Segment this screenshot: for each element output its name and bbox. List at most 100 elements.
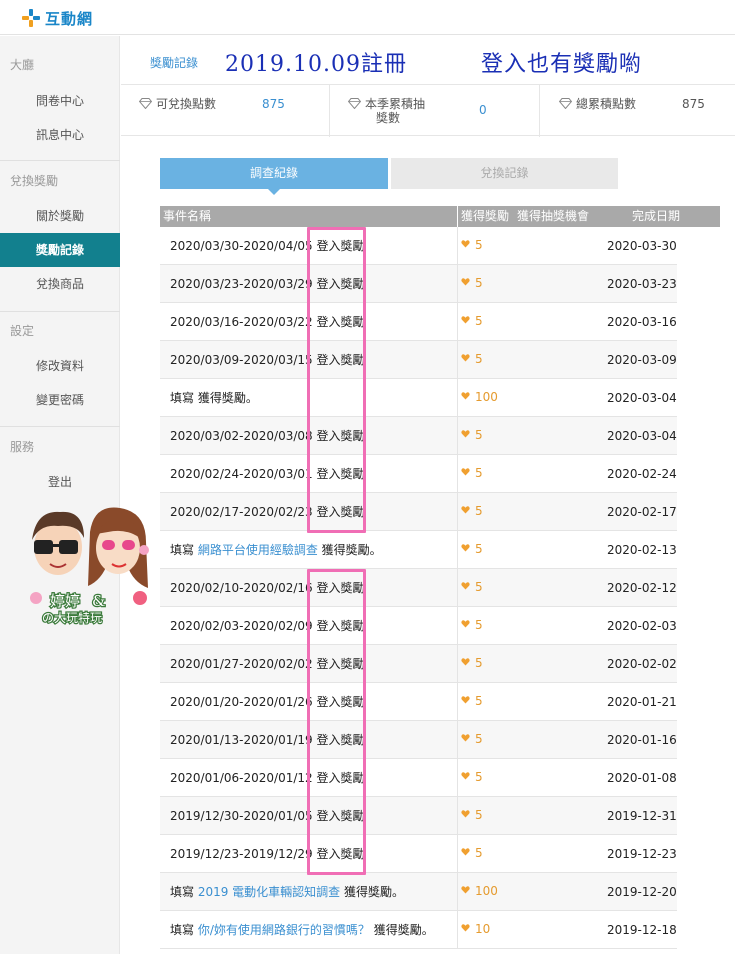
survey-link[interactable]: 2019 電動化車輛認知調查 <box>198 885 340 899</box>
table-row: 填寫 2019 電動化車輛認知調查 獲得獎勵。 100 2019-12-20 <box>160 873 677 911</box>
sidebar-section-rewards: 兌換獎勵 <box>10 174 59 188</box>
reward-points: 5 <box>475 846 483 860</box>
cell-complete-date: 2020-02-17 <box>607 505 677 519</box>
table-row: 2020/03/02-2020/03/08 登入獎勵 5 2020-03-04 <box>160 417 677 455</box>
row-event-name: 2020/02/10-2020/02/16 登入獎勵 <box>170 581 365 595</box>
cell-reward: 5 <box>461 341 483 377</box>
cell-reward: 100 <box>461 873 498 909</box>
table-row: 2020/03/16-2020/03/22 登入獎勵 5 2020-03-16 <box>160 303 677 341</box>
reward-points: 5 <box>475 808 483 822</box>
cell-event-name: 2020/02/03-2020/02/09 登入獎勵 <box>170 607 364 645</box>
cell-reward: 5 <box>461 493 483 529</box>
reward-points: 5 <box>475 618 483 632</box>
records-table: 2020/03/30-2020/04/05 登入獎勵 5 2020-03-30 202… <box>160 227 677 949</box>
reward-points: 5 <box>475 542 483 556</box>
stat-label-text-line2: 獎數 <box>376 111 401 125</box>
cell-reward: 5 <box>461 607 483 643</box>
heart-icon <box>461 696 470 704</box>
cell-complete-date: 2020-02-24 <box>607 467 677 481</box>
table-row: 2020/01/06-2020/01/12 登入獎勵 5 2020-01-08 <box>160 759 677 797</box>
sidebar-item-change-password[interactable]: 變更密碼 <box>0 383 120 417</box>
heart-icon <box>461 810 470 818</box>
heart-icon <box>461 240 470 248</box>
row-event-name: 填寫 獲得獎勵。 <box>170 391 258 405</box>
svg-text:の大玩特玩: の大玩特玩 <box>42 610 102 625</box>
sidebar-item-about-rewards[interactable]: 關於獎勵 <box>0 199 120 233</box>
row-event-name: 2020/03/09-2020/03/15 登入獎勵 <box>170 353 365 367</box>
row-event-name: 2020/03/23-2020/03/29 登入獎勵 <box>170 277 365 291</box>
table-row: 2020/01/20-2020/01/26 登入獎勵 5 2020-01-21 <box>160 683 677 721</box>
diamond-icon <box>139 98 152 109</box>
row-prefix: 填寫 <box>170 885 198 899</box>
sidebar-item-reward-records[interactable]: 獎勵記錄 <box>0 233 120 267</box>
reward-points: 10 <box>475 922 491 936</box>
cell-event-name: 2020/03/16-2020/03/22 登入獎勵 <box>170 303 364 341</box>
cell-reward: 5 <box>461 227 483 263</box>
sidebar-item-redeem-products[interactable]: 兌換商品 <box>0 267 120 301</box>
cell-event-name: 2020/01/20-2020/01/26 登入獎勵 <box>170 683 364 721</box>
cell-complete-date: 2020-02-13 <box>607 543 677 557</box>
cell-event-name: 填寫 你/妳有使用網路銀行的習慣嗎？ 獲得獎勵。 <box>170 911 434 949</box>
sidebar: 大廳 問卷中心 訊息中心 兌換獎勵 關於獎勵 獎勵記錄 兌換商品 設定 修改資料… <box>0 36 120 954</box>
cell-event-name: 2020/03/02-2020/03/08 登入獎勵 <box>170 417 364 455</box>
headline-register-date: 2019.10.09註冊 <box>225 52 407 77</box>
sidebar-item-edit-profile[interactable]: 修改資料 <box>0 349 120 383</box>
header-event-name: 事件名稱 <box>163 209 212 223</box>
reward-records-link[interactable]: 獎勵記錄 <box>150 54 198 71</box>
cell-reward: 5 <box>461 759 483 795</box>
heart-icon <box>461 886 470 894</box>
table-row: 2020/01/27-2020/02/02 登入獎勵 5 2020-02-02 <box>160 645 677 683</box>
heart-icon <box>461 658 470 666</box>
logo[interactable]: 互動網 <box>22 7 93 29</box>
heart-icon <box>461 506 470 514</box>
sidebar-section-service: 服務 <box>10 440 35 454</box>
cell-event-name: 2020/03/09-2020/03/15 登入獎勵 <box>170 341 364 379</box>
sidebar-item-message-center[interactable]: 訊息中心 <box>0 118 120 152</box>
stat-redeemable-points: 可兌換點數 875 <box>121 85 329 137</box>
sidebar-item-survey-center[interactable]: 問卷中心 <box>0 84 120 118</box>
cell-complete-date: 2020-03-04 <box>607 429 677 443</box>
survey-link[interactable]: 網路平台使用經驗調查 <box>198 543 318 557</box>
cell-complete-date: 2019-12-20 <box>607 885 677 899</box>
row-event-name: 2020/01/06-2020/01/12 登入獎勵 <box>170 771 365 785</box>
row-suffix: 獲得獎勵。 <box>369 923 434 937</box>
heart-icon <box>461 582 470 590</box>
cell-event-name: 2020/02/17-2020/02/23 登入獎勵 <box>170 493 364 531</box>
logo-text: 互動網 <box>45 9 94 28</box>
svg-text:婷婷: 婷婷 <box>50 592 80 610</box>
cell-complete-date: 2020-01-16 <box>607 733 677 747</box>
row-suffix: 獲得獎勵。 <box>340 885 405 899</box>
table-row: 填寫 獲得獎勵。 100 2020-03-04 <box>160 379 677 417</box>
cell-reward: 100 <box>461 379 498 415</box>
cell-event-name: 2019/12/23-2019/12/29 登入獎勵 <box>170 835 364 873</box>
tab-redeem-records[interactable]: 兌換記錄 <box>391 158 618 189</box>
mascot-illustration: 婷婷 & の大玩特玩 <box>30 507 149 626</box>
row-prefix: 填寫 <box>170 923 198 937</box>
reward-points: 100 <box>475 390 498 404</box>
table-row: 2020/02/03-2020/02/09 登入獎勵 5 2020-02-03 <box>160 607 677 645</box>
reward-points: 5 <box>475 770 483 784</box>
tab-survey-records[interactable]: 調查紀錄 <box>160 158 388 195</box>
table-row: 2020/03/23-2020/03/29 登入獎勵 5 2020-03-23 <box>160 265 677 303</box>
row-event-name: 2020/01/27-2020/02/02 登入獎勵 <box>170 657 365 671</box>
cell-event-name: 2020/02/10-2020/02/16 登入獎勵 <box>170 569 364 607</box>
row-event-name: 2020/02/17-2020/02/23 登入獎勵 <box>170 505 365 519</box>
row-event-name: 2020/03/30-2020/04/05 登入獎勵 <box>170 239 365 253</box>
cell-complete-date: 2020-02-03 <box>607 619 677 633</box>
cell-reward: 5 <box>461 835 483 871</box>
table-row: 2020/02/10-2020/02/16 登入獎勵 5 2020-02-12 <box>160 569 677 607</box>
table-row: 填寫 網路平台使用經驗調查 獲得獎勵。 5 2020-02-13 <box>160 531 677 569</box>
cell-reward: 5 <box>461 455 483 491</box>
cell-event-name: 2020/01/27-2020/02/02 登入獎勵 <box>170 645 364 683</box>
header-complete-date: 完成日期 <box>632 209 681 223</box>
survey-link[interactable]: 你/妳有使用網路銀行的習慣嗎？ <box>198 923 370 937</box>
heart-icon <box>461 392 470 400</box>
cell-event-name: 填寫 獲得獎勵。 <box>170 379 258 417</box>
sidebar-item-logout[interactable]: 登出 <box>0 465 120 499</box>
stat-total-points: 總累積點數 875 <box>540 85 735 137</box>
cell-complete-date: 2020-02-02 <box>607 657 677 671</box>
reward-points: 5 <box>475 580 483 594</box>
header-reward: 獲得獎勵 <box>461 209 510 223</box>
svg-text:&: & <box>92 592 105 610</box>
row-event-name: 2020/03/16-2020/03/22 登入獎勵 <box>170 315 365 329</box>
